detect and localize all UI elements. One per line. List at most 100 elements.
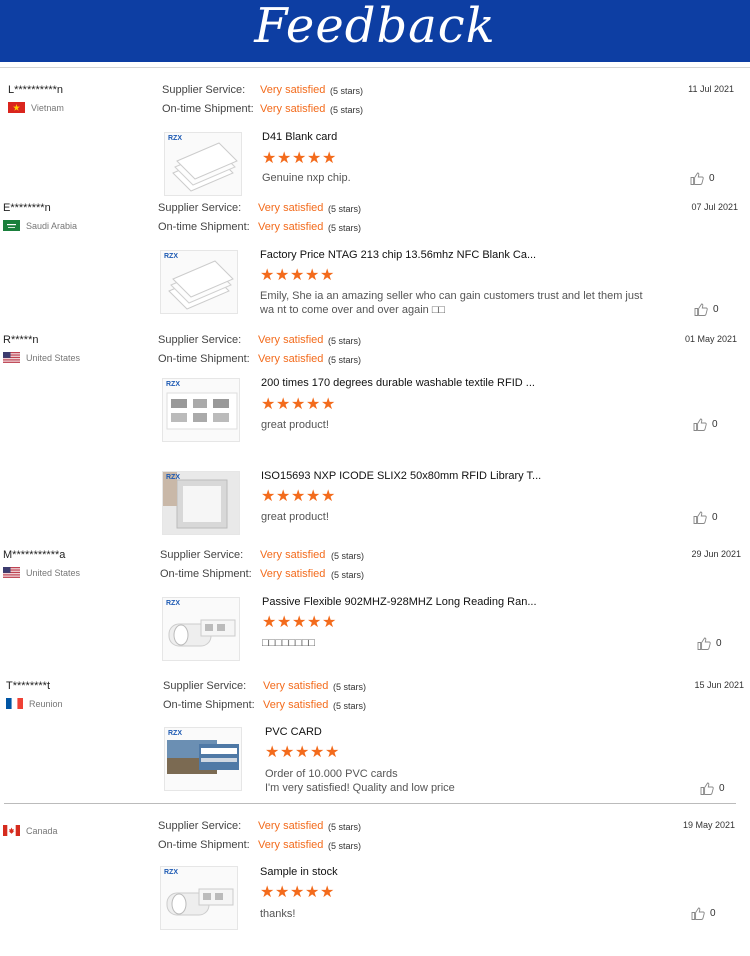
reviewer-name: M***********a (3, 549, 66, 561)
star-icon: ★ (277, 614, 292, 631)
star-icon: ★ (260, 267, 275, 284)
brand-logo: RZX (168, 730, 182, 737)
white-cards-image (165, 133, 241, 195)
review-date: 01 May 2021 (684, 334, 737, 344)
ontime-shipment-value: Very satisfied (263, 699, 329, 711)
product-title-link[interactable]: Passive Flexible 902MHZ-928MHZ Long Read… (262, 596, 537, 608)
product-thumbnail[interactable]: RZX (162, 597, 240, 661)
like-button[interactable]: 0 (700, 782, 725, 795)
star-icon: ★ (290, 884, 305, 901)
star-icon: ★ (321, 488, 336, 505)
review-card: L**********n Vietnam Supplier Service: Very… (0, 80, 750, 200)
rating-stars: ★ ★ ★ ★ ★ (261, 488, 336, 505)
reviewer-country: Vietnam (8, 102, 64, 113)
review-comment: great product! (261, 419, 329, 431)
star-icon: ★ (292, 614, 307, 631)
feedback-banner: Feedback (0, 0, 750, 62)
supplier-service-value: Very satisfied (258, 820, 324, 832)
product-title-link[interactable]: PVC CARD (265, 726, 322, 738)
product-title-link[interactable]: D41 Blank card (262, 131, 337, 143)
star-icon: ★ (291, 488, 306, 505)
like-count: 0 (709, 173, 715, 184)
ontime-shipment-stars: (5 stars) (328, 355, 362, 365)
like-count: 0 (716, 638, 722, 649)
product-title-link[interactable]: Factory Price NTAG 213 chip 13.56mhz NFC… (260, 249, 536, 261)
star-icon: ★ (265, 744, 280, 761)
thumbs-up-icon (690, 172, 704, 185)
product-thumbnail[interactable]: RZX (162, 378, 240, 442)
supplier-service-label: Supplier Service: (162, 84, 246, 96)
like-count: 0 (712, 419, 718, 430)
thumbs-up-icon (697, 637, 711, 650)
page-title: Feedback (254, 0, 496, 54)
product-title-link[interactable]: 200 times 170 degrees durable washable t… (261, 377, 535, 389)
canada-flag (3, 825, 20, 836)
supplier-service-stars: (5 stars) (333, 682, 367, 692)
country-name: Saudi Arabia (26, 220, 78, 231)
star-icon: ★ (295, 744, 310, 761)
product-thumbnail[interactable]: RZX (160, 250, 238, 314)
review-comment: □□□□□□□□ (262, 637, 316, 649)
star-icon: ★ (277, 150, 292, 167)
product-thumbnail[interactable]: RZX (164, 132, 242, 196)
star-icon: ★ (305, 884, 320, 901)
reviewer-name: L**********n (8, 84, 64, 96)
ontime-shipment-value: Very satisfied (258, 839, 324, 851)
product-title-link[interactable]: Sample in stock (260, 866, 338, 878)
brand-logo: RZX (164, 869, 178, 876)
white-cards-image (161, 251, 237, 313)
ontime-shipment-value: Very satisfied (260, 568, 326, 580)
like-button[interactable]: 0 (691, 907, 716, 920)
like-button[interactable]: 0 (690, 172, 715, 185)
ontime-shipment-stars: (5 stars) (333, 701, 367, 711)
like-button[interactable]: 0 (694, 303, 719, 316)
product-thumbnail[interactable]: RZX (162, 471, 240, 535)
like-button[interactable]: 0 (693, 418, 718, 431)
product-thumbnail[interactable]: RZX (164, 727, 242, 791)
review-comment: Genuine nxp chip. (262, 172, 351, 184)
reviewer-country: United States (3, 352, 80, 363)
label-roll-image (161, 867, 237, 929)
star-icon: ★ (307, 614, 322, 631)
review-date: 07 Jul 2021 (691, 202, 738, 212)
review-card: T********t Reunion Supplier Service: Very s… (0, 676, 750, 796)
star-icon: ★ (322, 614, 337, 631)
reviewer-name: E********n (3, 202, 51, 214)
star-icon: ★ (305, 267, 320, 284)
like-count: 0 (710, 908, 716, 919)
reviewer-country: Saudi Arabia (3, 220, 77, 231)
divider (4, 803, 736, 804)
brand-logo: RZX (164, 253, 178, 260)
star-icon: ★ (321, 396, 336, 413)
pvc-cards-image (165, 728, 241, 790)
thumbs-up-icon (694, 303, 708, 316)
review-comment: thanks! (260, 908, 296, 920)
country-name: Reunion (29, 698, 63, 709)
textile-tags-image (163, 379, 239, 441)
review-card: E********n Saudi Arabia Supplier Service: V… (0, 198, 750, 318)
star-icon: ★ (292, 150, 307, 167)
supplier-service-stars: (5 stars) (328, 204, 362, 214)
ontime-shipment-stars: (5 stars) (328, 841, 362, 851)
star-icon: ★ (322, 150, 337, 167)
like-button[interactable]: 0 (697, 637, 722, 650)
star-icon: ★ (290, 267, 305, 284)
like-button[interactable]: 0 (693, 511, 718, 524)
rating-stars: ★ ★ ★ ★ ★ (262, 614, 337, 631)
product-thumbnail[interactable]: RZX (160, 866, 238, 930)
review-date: 19 May 2021 (682, 820, 735, 830)
supplier-service-value: Very satisfied (260, 84, 326, 96)
ontime-shipment-stars: (5 stars) (328, 223, 362, 233)
supplier-service-stars: (5 stars) (331, 551, 365, 561)
review-card: R*****n United States Supplier Service: Ver… (0, 330, 750, 535)
supplier-service-label: Supplier Service: (158, 202, 242, 214)
thumbs-up-icon (693, 418, 707, 431)
star-icon: ★ (307, 150, 322, 167)
star-icon: ★ (261, 488, 276, 505)
product-title-link[interactable]: ISO15693 NXP ICODE SLIX2 50x80mm RFID Li… (261, 470, 541, 482)
ontime-shipment-value: Very satisfied (260, 103, 326, 115)
star-icon: ★ (262, 614, 277, 631)
ontime-shipment-value: Very satisfied (258, 221, 324, 233)
brand-logo: RZX (166, 381, 180, 388)
rating-stars: ★ ★ ★ ★ ★ (261, 396, 336, 413)
